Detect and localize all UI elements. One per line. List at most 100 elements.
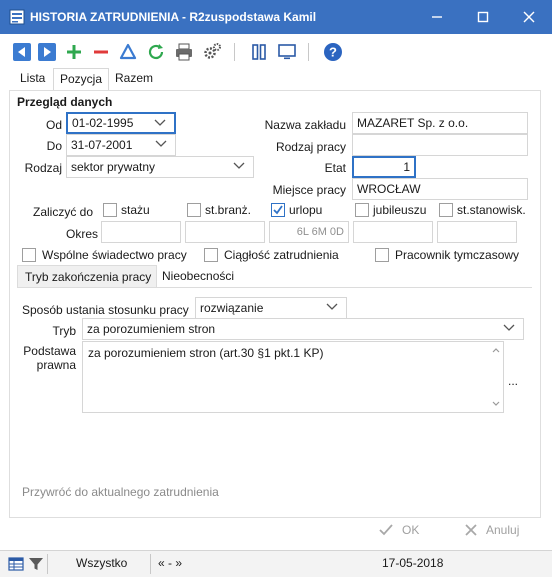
stazu-label: stażu (121, 203, 150, 217)
print-button[interactable] (173, 41, 195, 63)
maximize-icon (477, 11, 489, 23)
jubileuszu-checkbox[interactable] (355, 203, 369, 217)
jubileuszu-checkbox-wrap[interactable]: jubileuszu (355, 203, 435, 219)
maximize-button[interactable] (460, 0, 506, 34)
od-label: Od (45, 118, 62, 132)
textarea-scrollbar[interactable] (489, 342, 503, 412)
podstawa-more-button[interactable]: ... (508, 374, 518, 388)
svg-text:?: ? (329, 45, 337, 60)
status-date: 17-05-2018 (382, 556, 444, 570)
subtabs-divider (17, 287, 532, 288)
wspolne-swiadectwo-checkbox[interactable] (22, 248, 36, 262)
wspolne-swiadectwo-checkbox-wrap[interactable]: Wspólne świadectwo pracy (22, 248, 192, 264)
sposob-value: rozwiązanie (200, 301, 264, 315)
add-button[interactable] (63, 41, 85, 63)
section-title: Przegląd danych (17, 95, 113, 109)
app-icon (9, 9, 25, 25)
rodzaj-select[interactable]: sektor prywatny (66, 156, 254, 178)
next-button[interactable] (36, 41, 58, 63)
tryb-select[interactable]: za porozumieniem stron (82, 318, 524, 340)
toolbar: ? (0, 34, 552, 68)
okres-st-branz-field (185, 221, 265, 243)
toolbar-separator (234, 43, 235, 61)
filter-button[interactable] (28, 556, 44, 572)
prev-button[interactable] (11, 41, 33, 63)
cancel-label: Anuluj (486, 523, 520, 537)
sposob-label: Sposób ustania stosunku pracy (22, 303, 189, 317)
status-filter-text: Wszystko (76, 556, 128, 570)
chevron-down-icon[interactable] (155, 140, 167, 148)
arrow-right-icon (38, 43, 56, 61)
sposob-select[interactable]: rozwiązanie (195, 297, 347, 319)
ciaglosc-checkbox-wrap[interactable]: Ciągłość zatrudnienia (204, 248, 354, 264)
close-icon (465, 524, 477, 536)
checkmark-icon (273, 205, 283, 215)
chevron-down-icon[interactable] (503, 324, 515, 332)
delete-button[interactable] (90, 41, 112, 63)
tab-pozycja[interactable]: Pozycja (53, 68, 110, 90)
st-branz-checkbox-wrap[interactable]: st.branż. (187, 203, 267, 219)
do-label: Do (46, 139, 62, 153)
columns-button[interactable] (248, 41, 270, 63)
od-date-input[interactable]: 01-02-1995 (66, 112, 176, 134)
miejsce-pracy-input[interactable]: WROCŁAW (352, 178, 528, 200)
minimize-button[interactable] (414, 0, 460, 34)
status-nav[interactable]: « - » (158, 556, 182, 570)
podstawa-textarea[interactable]: za porozumieniem stron (art.30 §1 pkt.1 … (82, 341, 504, 413)
help-button[interactable]: ? (322, 41, 344, 63)
triangle-icon (119, 43, 137, 60)
urlopu-checkbox[interactable] (271, 203, 285, 217)
toolbar-separator (308, 43, 309, 61)
table-icon (8, 557, 24, 571)
status-separator (47, 554, 48, 574)
pracownik-tymczasowy-checkbox[interactable] (375, 248, 389, 262)
pracownik-tymczasowy-label: Pracownik tymczasowy (395, 248, 520, 262)
arrow-left-icon (13, 43, 31, 61)
close-button[interactable] (506, 0, 552, 34)
tab-lista[interactable]: Lista (14, 68, 51, 90)
plus-icon (67, 45, 81, 59)
screen-button[interactable] (276, 41, 298, 63)
st-branz-checkbox[interactable] (187, 203, 201, 217)
grid-button[interactable] (8, 556, 24, 572)
scrollbar-arrows-icon (492, 348, 500, 406)
st-stanowisk-checkbox[interactable] (439, 203, 453, 217)
cancel-button[interactable]: Anuluj (464, 523, 519, 537)
do-date-value: 31-07-2001 (71, 138, 133, 152)
checkmark-icon (379, 524, 393, 536)
chevron-down-icon[interactable] (154, 119, 166, 127)
etat-input[interactable]: 1 (352, 156, 416, 178)
st-stanowisk-checkbox-wrap[interactable]: st.stanowisk. (439, 203, 531, 219)
nazwa-zakladu-value: MAZARET Sp. z o.o. (357, 116, 469, 130)
rodzaj-pracy-input[interactable] (352, 134, 528, 156)
ciaglosc-label: Ciągłość zatrudnienia (224, 248, 339, 262)
nazwa-zakladu-label: Nazwa zakładu (264, 118, 346, 132)
wspolne-swiadectwo-label: Wspólne świadectwo pracy (42, 248, 187, 262)
printer-icon (176, 43, 192, 61)
columns-icon (252, 44, 266, 60)
restore-link[interactable]: Przywróć do aktualnego zatrudnienia (22, 485, 219, 499)
monitor-icon (278, 44, 296, 60)
pracownik-tymczasowy-checkbox-wrap[interactable]: Pracownik tymczasowy (375, 248, 531, 264)
ok-button[interactable]: OK (378, 523, 419, 537)
settings-button[interactable] (201, 41, 223, 63)
st-stanowisk-label: st.stanowisk. (457, 203, 526, 217)
tab-razem[interactable]: Razem (109, 68, 159, 90)
etat-label: Etat (324, 161, 346, 175)
refresh-button[interactable] (145, 41, 167, 63)
title-bar: HISTORIA ZATRUDNIENIA - R2zuspodstawa Ka… (0, 0, 552, 34)
nazwa-zakladu-input[interactable]: MAZARET Sp. z o.o. (352, 112, 528, 134)
close-icon (523, 11, 535, 23)
st-branz-label: st.branż. (205, 203, 252, 217)
stazu-checkbox[interactable] (103, 203, 117, 217)
ciaglosc-checkbox[interactable] (204, 248, 218, 262)
subtab-tryb[interactable]: Tryb zakończenia pracy (17, 265, 157, 287)
stazu-checkbox-wrap[interactable]: stażu (103, 203, 173, 219)
status-bar: Wszystko « - » 17-05-2018 (0, 550, 552, 577)
urlopu-checkbox-wrap[interactable]: urlopu (271, 203, 351, 219)
chevron-down-icon[interactable] (326, 303, 338, 311)
subtab-nieobecnosci[interactable]: Nieobecności (157, 265, 239, 287)
edit-button[interactable] (117, 41, 139, 63)
do-date-input[interactable]: 31-07-2001 (66, 134, 176, 156)
etat-value: 1 (403, 160, 410, 174)
